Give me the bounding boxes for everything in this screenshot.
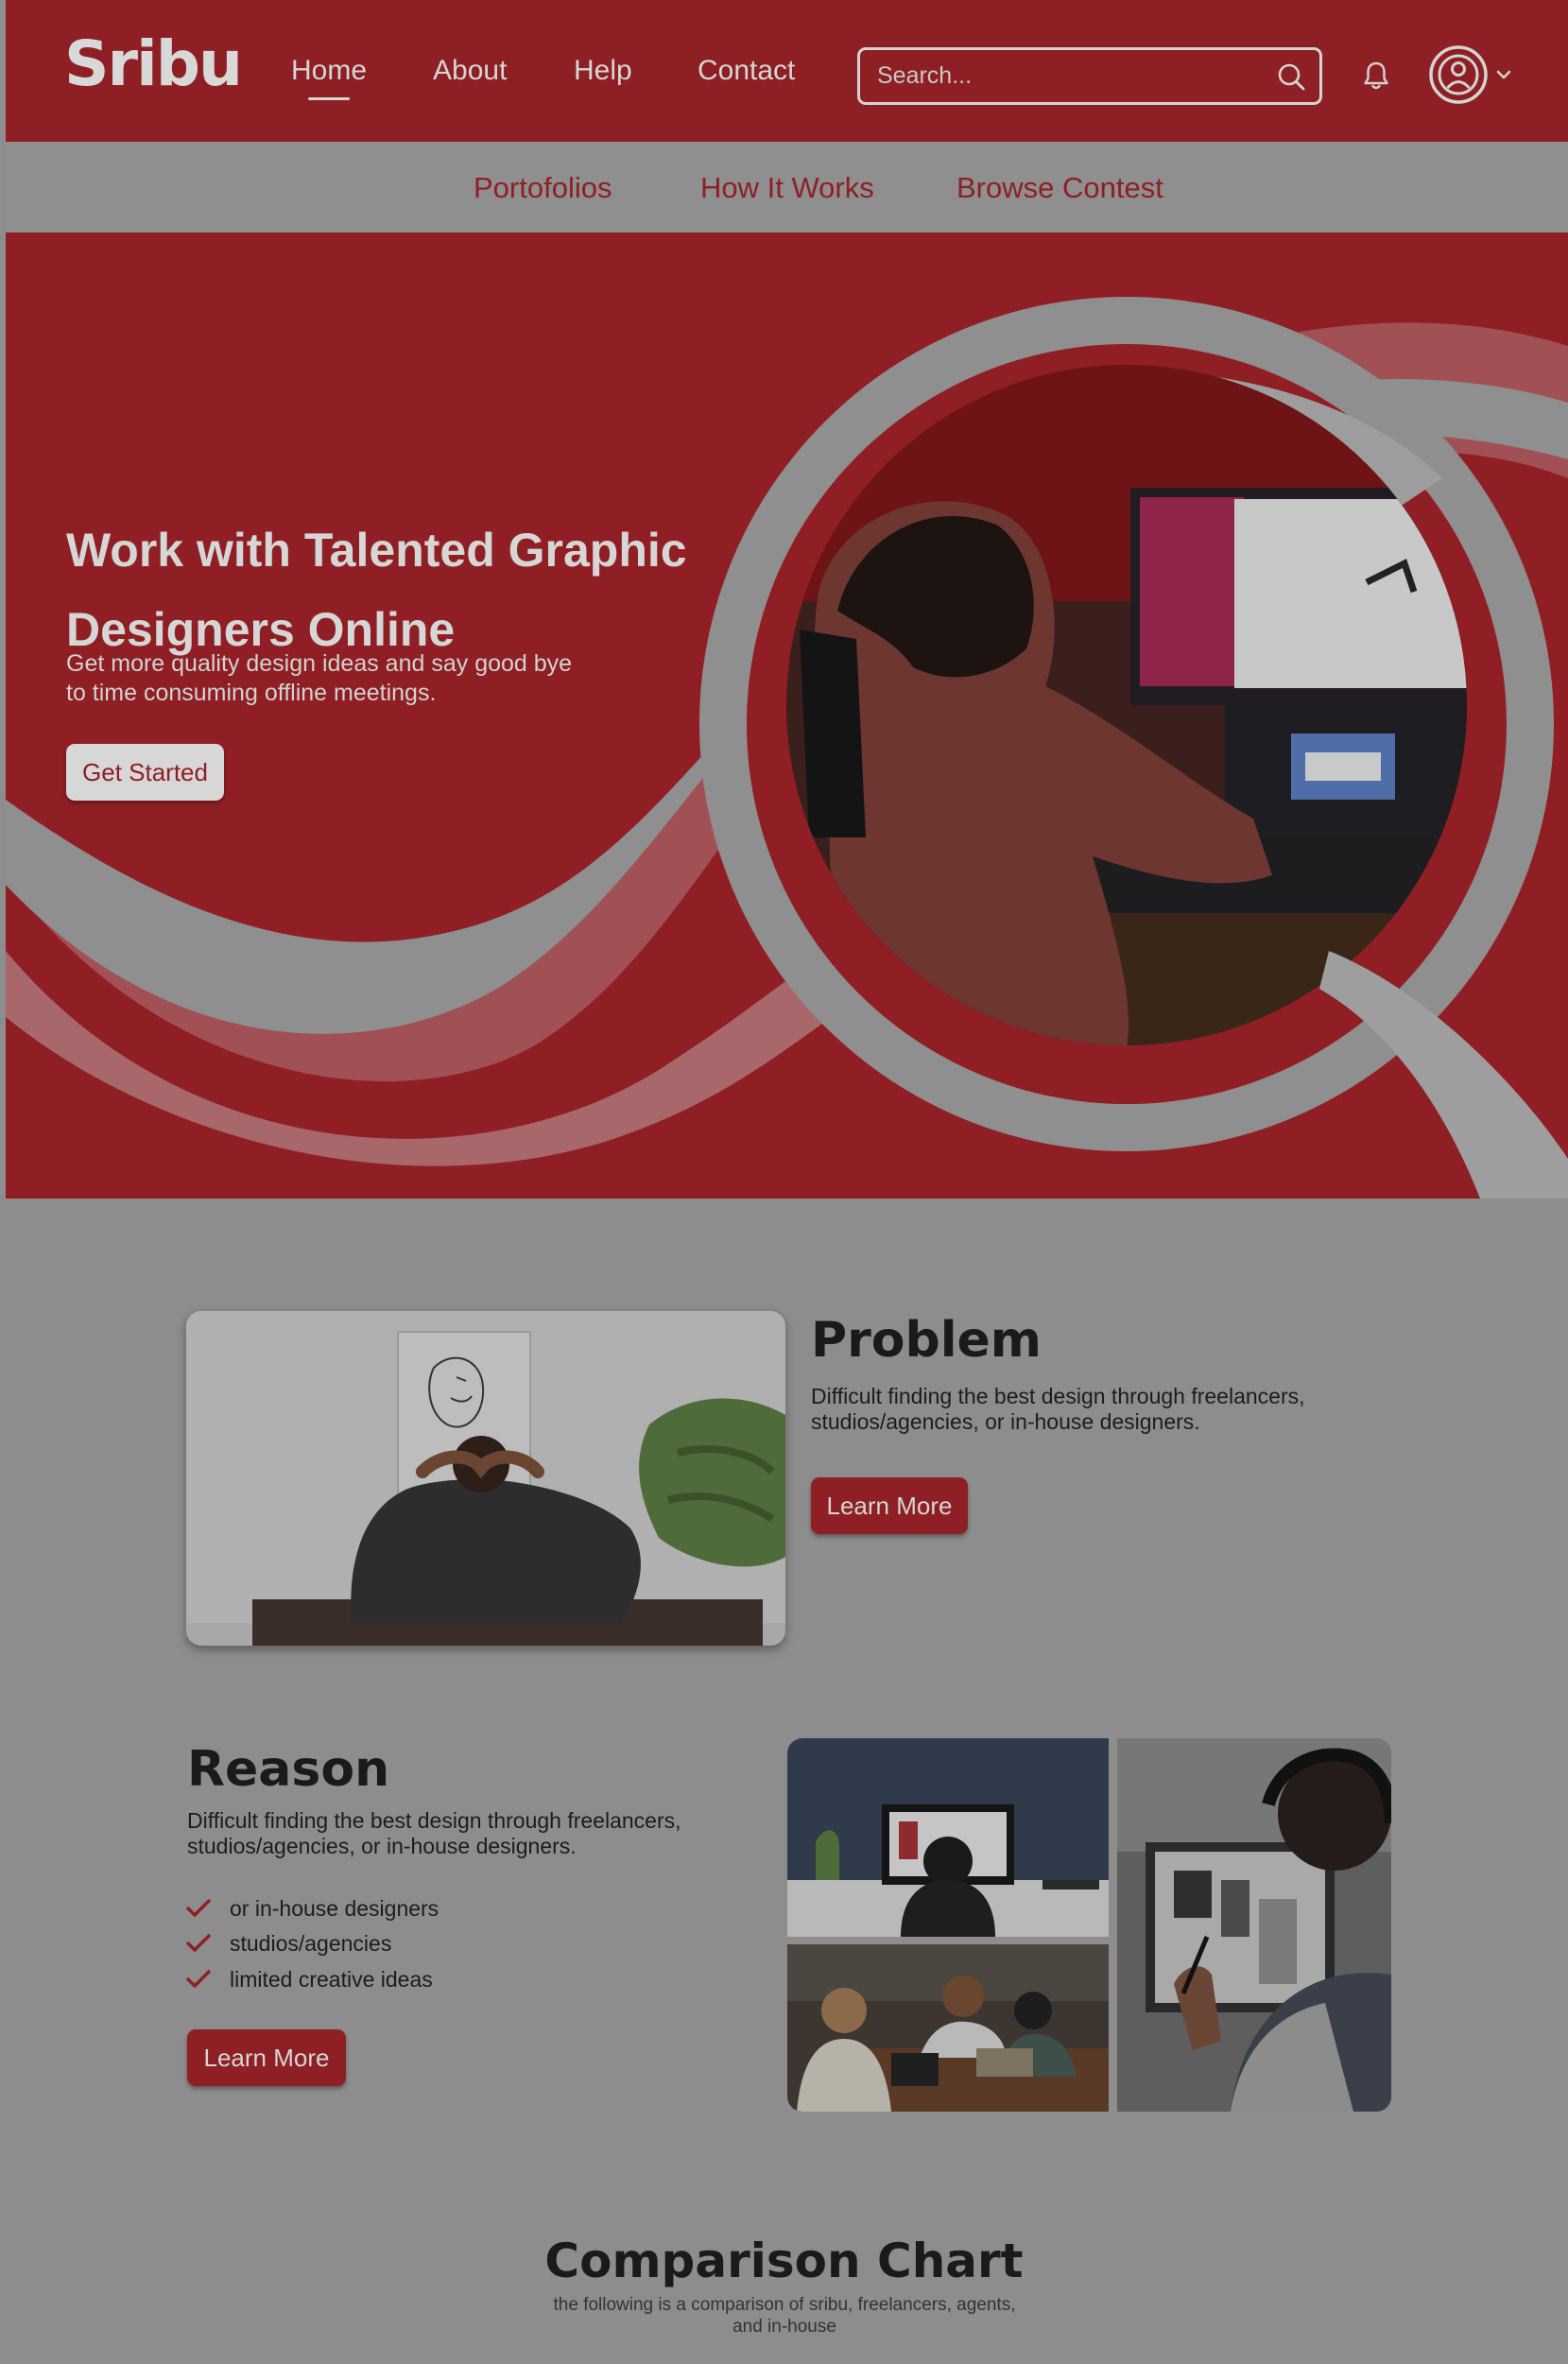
hero-wave-graphic <box>6 297 1568 1199</box>
top-navbar: Sribu Home About Help Contact <box>6 0 1568 142</box>
checkmark-icon <box>186 1899 211 1917</box>
hero-title: Work with Talented Graphic Designers Onl… <box>66 524 687 656</box>
reason-text: Difficult finding the best design throug… <box>187 1808 681 1858</box>
sribu-logo[interactable]: Sribu <box>64 30 243 98</box>
chevron-down-icon[interactable] <box>1495 68 1512 81</box>
problem-photo <box>186 1311 785 1646</box>
problem-text: Difficult finding the best design throug… <box>811 1384 1305 1434</box>
comparison-heading: Comparison Chart <box>544 2234 1024 2288</box>
bell-icon[interactable] <box>1362 60 1390 91</box>
comparison-subtitle: the following is a comparison of sribu, … <box>553 2295 1016 2337</box>
problem-learn-more-button[interactable]: Learn More <box>811 1477 968 1534</box>
reason-photo-desk <box>787 1738 1109 1937</box>
hero-section: Work with Talented Graphic Designers Onl… <box>6 233 1568 1199</box>
checkmark-icon <box>186 1970 211 1988</box>
nav-about-link[interactable]: About <box>433 55 507 87</box>
subnav-browse-contest-link[interactable]: Browse Contest <box>956 171 1163 205</box>
problem-heading: Problem <box>811 1312 1042 1369</box>
get-started-button[interactable]: Get Started <box>66 744 224 801</box>
checklist-label: or in-house designers <box>230 1896 439 1921</box>
reason-heading: Reason <box>187 1741 390 1798</box>
subnav-how-it-works-link[interactable]: How It Works <box>700 171 874 205</box>
nav-home-link[interactable]: Home <box>291 55 367 100</box>
reason-learn-more-button[interactable]: Learn More <box>187 2029 346 2086</box>
reason-photo-team <box>787 1944 1109 2112</box>
subnav-portfolios-link[interactable]: Portofolios <box>474 171 612 205</box>
nav-help-link[interactable]: Help <box>574 55 632 87</box>
nav-contact-link[interactable]: Contact <box>698 55 795 87</box>
checklist-label: studios/agencies <box>230 1931 392 1956</box>
search-box <box>857 47 1322 105</box>
reason-photo-designer <box>1117 1738 1391 2112</box>
search-icon[interactable] <box>1276 61 1306 92</box>
hero-subtitle: Get more quality design ideas and say go… <box>66 650 573 706</box>
sub-navbar: Portofolios How It Works Browse Contest <box>6 142 1568 233</box>
checklist-label: limited creative ideas <box>230 1967 433 1992</box>
search-input[interactable] <box>877 60 1255 92</box>
checkmark-icon <box>186 1934 211 1952</box>
user-avatar-icon[interactable] <box>1428 44 1489 105</box>
